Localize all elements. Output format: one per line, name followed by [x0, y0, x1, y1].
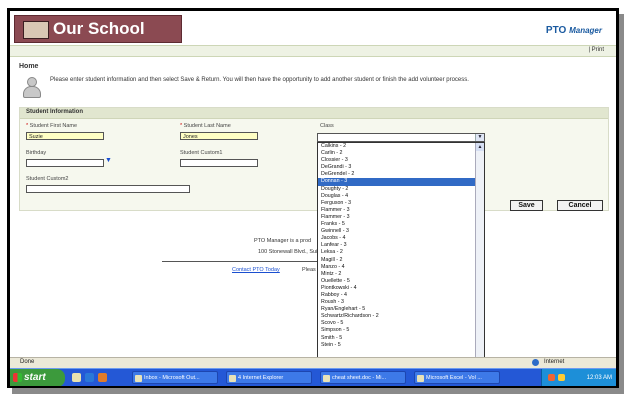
footer-contact-text: Pleas	[302, 267, 316, 273]
basket-icon	[23, 21, 49, 39]
dropdown-scrollbar[interactable]: ▲ ▼	[475, 143, 484, 373]
utility-bar: | Print	[10, 45, 616, 57]
tray-icon[interactable]	[558, 374, 565, 381]
desktop-icon[interactable]	[72, 373, 81, 382]
class-option[interactable]: Ouellette - 5	[318, 278, 484, 285]
class-option[interactable]: Piontkowski - 4	[318, 285, 484, 292]
class-select[interactable]: ▼	[317, 133, 485, 142]
class-option[interactable]: DeGrandi - 3	[318, 164, 484, 171]
student-info-panel: Student Information * Student First Name…	[19, 107, 609, 211]
save-button[interactable]: Save	[510, 200, 543, 211]
class-option[interactable]: Ferguson - 3	[318, 200, 484, 207]
outlook-icon	[135, 375, 142, 382]
windows-logo-icon	[13, 373, 22, 382]
person-body-shape	[23, 86, 41, 98]
class-label: Class	[320, 123, 334, 129]
brand-sub: Manager	[569, 26, 602, 35]
excel-icon	[417, 375, 424, 382]
person-icon	[22, 77, 41, 98]
first-name-input[interactable]: Suzie	[26, 132, 104, 140]
class-option[interactable]: Franks - 5	[318, 221, 484, 228]
last-name-input[interactable]: Jones	[180, 132, 258, 140]
custom1-label: Student Custom1	[180, 150, 223, 156]
class-option[interactable]: Jacobs - 4	[318, 235, 484, 242]
browser-icon[interactable]	[85, 373, 94, 382]
start-label: start	[24, 372, 46, 383]
class-option[interactable]: Doughty - 2	[318, 186, 484, 193]
class-option[interactable]: Stein - 5	[318, 342, 484, 349]
windows-taskbar: start Inbox - Microsoft Out... 4 Interne…	[10, 368, 616, 386]
custom2-input[interactable]	[26, 185, 190, 193]
page-title: Home	[19, 63, 39, 70]
calendar-icon[interactable]: ▼	[105, 157, 112, 164]
panel-header: Student Information	[20, 108, 608, 119]
panel-title: Student Information	[26, 109, 83, 115]
taskbar-item-outlook[interactable]: Inbox - Microsoft Out...	[132, 371, 218, 384]
class-option[interactable]: Schwartz/Richardson - 2	[318, 313, 484, 320]
class-option[interactable]: Magill - 2	[318, 257, 484, 264]
footer-address: 100 Stonewall Blvd., Suite	[258, 249, 322, 255]
site-header: Our School PTO Manager	[10, 11, 616, 45]
class-option[interactable]: Flammer - 3	[318, 207, 484, 214]
class-option[interactable]: Rabboy - 4	[318, 292, 484, 299]
pto-manager-brand: PTO Manager	[546, 25, 602, 36]
system-tray: 12:03 AM	[541, 369, 616, 386]
first-name-label: * Student First Name	[26, 123, 78, 129]
class-option[interactable]: Gwinnell - 3	[318, 228, 484, 235]
class-dropdown-list[interactable]: Calkins - 2 Carlin - 2 Clossier - 3 DeGrand…	[317, 142, 485, 374]
site-title: Our School	[53, 19, 145, 38]
class-option[interactable]: Ryan/Englehart - 5	[318, 306, 484, 313]
chevron-down-icon[interactable]: ▼	[475, 134, 484, 141]
custom2-label: Student Custom2	[26, 176, 69, 182]
school-logo[interactable]: Our School	[14, 15, 182, 43]
class-option[interactable]: Leksa - 2	[318, 249, 484, 256]
scroll-up-icon[interactable]: ▲	[476, 143, 484, 151]
cancel-button[interactable]: Cancel	[557, 200, 603, 211]
last-name-label: * Student Last Name	[180, 123, 231, 129]
browser-status-bar: Done Internet	[10, 357, 616, 368]
birthday-label: Birthday	[26, 150, 47, 156]
class-option[interactable]: Smith - 5	[318, 335, 484, 342]
class-option[interactable]: Calkins - 2	[318, 143, 484, 150]
clock: 12:03 AM	[586, 375, 612, 381]
brand-name: PTO	[545, 25, 567, 36]
taskbar-item-excel[interactable]: Microsoft Excel - Vol ...	[414, 371, 500, 384]
class-option[interactable]: Flammer - 3	[318, 214, 484, 221]
start-button[interactable]: start	[10, 369, 65, 386]
word-icon	[323, 375, 330, 382]
media-icon[interactable]	[98, 373, 107, 382]
status-text: Done	[20, 359, 35, 365]
class-option[interactable]: Mintz - 2	[318, 271, 484, 278]
class-option[interactable]: Roush - 3	[318, 299, 484, 306]
globe-icon	[532, 359, 539, 366]
print-link[interactable]: | Print	[588, 47, 604, 53]
instructions-text: Please enter student information and the…	[50, 77, 469, 83]
class-option[interactable]: Scovo - 5	[318, 320, 484, 327]
class-option[interactable]: Manzo - 4	[318, 264, 484, 271]
security-zone: Internet	[544, 359, 565, 365]
tray-icon[interactable]	[548, 374, 555, 381]
class-option[interactable]: DeGrendel - 2	[318, 171, 484, 178]
footer-company: PTO Manager is a prod	[254, 238, 312, 244]
taskbar-item-ie[interactable]: 4 Internet Explorer	[226, 371, 312, 384]
contact-link[interactable]: Contact PTO Today	[232, 267, 280, 273]
birthday-input[interactable]	[26, 159, 104, 167]
footer-divider	[162, 261, 317, 262]
class-options: Calkins - 2 Carlin - 2 Clossier - 3 DeGrand…	[318, 143, 484, 349]
class-option[interactable]: Clossier - 3	[318, 157, 484, 164]
class-option[interactable]: Lanfear - 3	[318, 242, 484, 249]
ie-icon	[229, 375, 236, 382]
browser-window: Our School PTO Manager | Print Home Plea…	[10, 11, 616, 386]
class-option[interactable]: Douglas - 4	[318, 193, 484, 200]
class-option[interactable]: Simpson - 5	[318, 327, 484, 334]
custom1-input[interactable]	[180, 159, 258, 167]
class-option[interactable]: Carlin - 2	[318, 150, 484, 157]
class-option[interactable]: Donnan - 3	[318, 178, 484, 186]
taskbar-item-word[interactable]: cheat sheet.doc - Mi...	[320, 371, 406, 384]
